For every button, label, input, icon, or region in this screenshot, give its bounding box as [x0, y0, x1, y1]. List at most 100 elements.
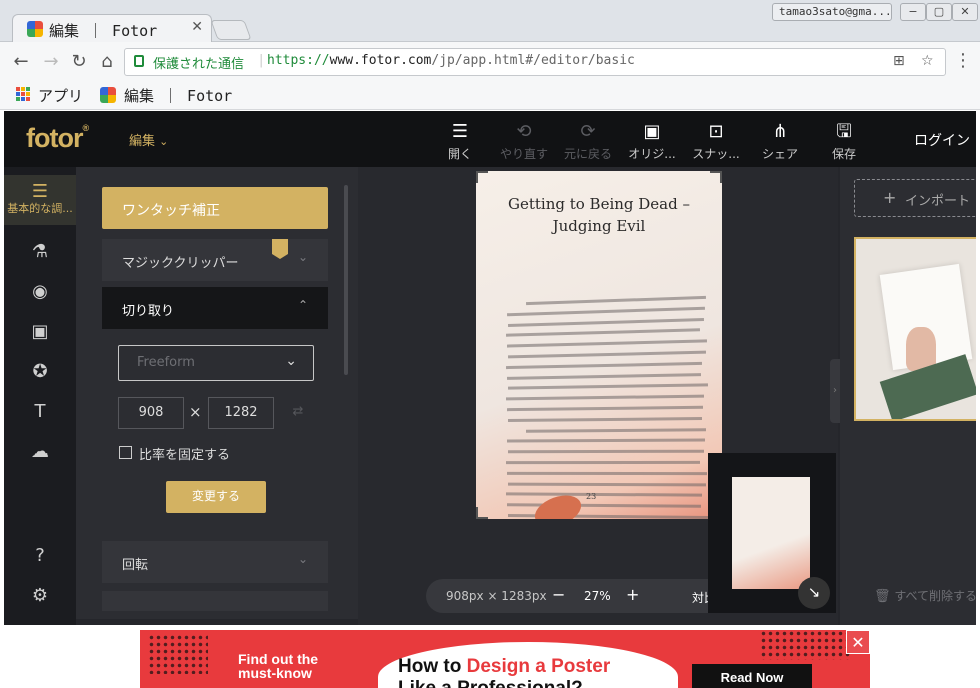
app-header: fotor® 編集 ⌄ ☰ 開く ⟲ やり直す ⟳ 元に戻る ▣ オリジ... … [4, 111, 976, 167]
fotor-app: fotor® 編集 ⌄ ☰ 開く ⟲ やり直す ⟳ 元に戻る ▣ オリジ... … [4, 111, 976, 625]
address-bar[interactable]: 保護された通信 | https://www.fotor.com/jp/app.h… [124, 48, 946, 76]
canvas-area: Getting to Being Dead – Judging Evil 23 9… [358, 167, 838, 625]
apps-grid-icon [16, 87, 30, 101]
book-heading: Getting to Being Dead – Judging Evil [507, 195, 690, 235]
sidebar-item-beauty[interactable]: ◉ [4, 273, 76, 313]
help-button[interactable]: ? [4, 537, 76, 577]
fotor-logo[interactable]: fotor® [26, 123, 89, 154]
fotor-bookmark-icon [100, 87, 116, 103]
text-icon: T [34, 401, 46, 422]
page-number: 23 [586, 492, 597, 501]
close-tab-icon[interactable]: ✕ [191, 19, 203, 35]
original-button[interactable]: ▣ オリジ... [620, 121, 684, 162]
browser-tab[interactable]: 編集 ｜ Fotor ✕ [12, 14, 212, 42]
panel-scrollbar[interactable] [344, 185, 348, 375]
sidebar-item-text[interactable]: T [4, 393, 76, 433]
share-icon: ⋔ [772, 121, 788, 142]
lock-ratio-checkbox[interactable] [119, 446, 132, 459]
chevron-down-icon: ⌄ [159, 135, 169, 148]
ad-left-text: Find out the must-know [238, 651, 319, 681]
sidebar-item-effects[interactable]: ⚗ [4, 233, 76, 273]
photo-canvas[interactable]: Getting to Being Dead – Judging Evil 23 [476, 171, 722, 519]
import-button[interactable]: + インポート [854, 179, 976, 217]
chevron-down-icon: ⌄ [297, 250, 308, 264]
lock-ratio-label: 比率を固定する [139, 448, 231, 463]
swap-arrows-icon[interactable]: ⇄ [282, 397, 314, 429]
snapshot-button[interactable]: ⊡ スナッ... [684, 121, 748, 162]
new-tab-button[interactable] [210, 20, 252, 40]
ratio-select[interactable]: Freeform ⌄ [118, 345, 314, 381]
adjust-panel: ワンタッチ補正 マジッククリッパー ⌄ 切り取り ⌃ Freeform ⌄ 90… [76, 167, 358, 619]
ad-dots-pattern-right [760, 630, 850, 660]
back-arrow-icon[interactable]: ← [10, 51, 32, 72]
gear-icon: ⚙ [31, 585, 49, 606]
snapshot-icon: ⊡ [708, 121, 724, 142]
accordion-next[interactable] [102, 591, 328, 611]
menu-icon: ☰ [451, 121, 469, 142]
redo-icon: ⟳ [580, 121, 596, 142]
apply-button[interactable]: 変更する [166, 481, 266, 513]
crop-handle-top-right[interactable] [710, 171, 722, 183]
undo-button[interactable]: ⟲ やり直す [492, 121, 556, 162]
accordion-magic-clipper[interactable]: マジッククリッパー ⌄ [102, 239, 328, 281]
reload-icon[interactable]: ↻ [68, 51, 90, 72]
collapse-right-panel-icon[interactable]: › [830, 359, 840, 423]
login-button[interactable]: ログイン [914, 130, 970, 150]
minimap[interactable]: ↘ [708, 453, 836, 613]
crop-handle-bottom-left[interactable] [476, 507, 488, 519]
bookmark-star-icon[interactable]: ☆ [921, 53, 934, 69]
left-tool-bar: ☰ 基本的な調... ⚗ ◉ ▣ ✪ T ☁ ? ⚙ [4, 167, 76, 625]
delete-all-button[interactable]: 🗑 すべて削除する [874, 587, 976, 604]
trash-icon: 🗑 [874, 589, 891, 604]
forward-arrow-icon[interactable]: → [40, 51, 62, 72]
ad-banner[interactable]: Find out the must-know How to Design a Po… [140, 630, 870, 688]
edit-menu-dropdown[interactable]: 編集 ⌄ [129, 130, 168, 149]
flask-icon: ⚗ [31, 241, 49, 262]
image-thumbnail[interactable] [854, 237, 976, 421]
bookmark-apps[interactable]: アプリ [38, 85, 83, 106]
sidebar-item-basic[interactable]: ☰ 基本的な調... [4, 175, 76, 225]
height-input[interactable]: 1282 [208, 397, 274, 429]
sidebar-item-upload[interactable]: ☁ [4, 433, 76, 473]
sidebar-item-stickers[interactable]: ✪ [4, 353, 76, 393]
bookmark-fotor[interactable]: 編集 ｜ Fotor [124, 85, 232, 106]
zoom-in-button[interactable]: + [626, 585, 639, 604]
zoom-out-button[interactable]: − [552, 585, 565, 604]
ad-close-icon[interactable]: ✕ [846, 630, 870, 654]
settings-button[interactable]: ⚙ [4, 577, 76, 617]
accordion-rotate[interactable]: 回転 ⌄ [102, 541, 328, 583]
redo-button[interactable]: ⟳ 元に戻る [556, 121, 620, 162]
url-text: https://www.fotor.com/jp/app.html#/edito… [267, 53, 635, 68]
minimize-button[interactable]: − [900, 3, 926, 21]
maximize-button[interactable]: ▢ [926, 3, 952, 21]
premium-badge-icon [272, 239, 288, 259]
menu-kebab-icon[interactable]: ⋮ [952, 50, 974, 71]
close-window-button[interactable]: ✕ [952, 3, 978, 21]
secure-label: 保護された通信 [153, 57, 245, 72]
one-touch-button[interactable]: ワンタッチ補正 [102, 187, 328, 229]
ad-read-now-button[interactable]: Read Now [692, 664, 812, 688]
ad-dots-pattern [148, 634, 208, 674]
book-text-line [507, 482, 707, 486]
save-button[interactable]: 🖫 保存 [812, 121, 876, 162]
cloud-upload-icon: ☁ [31, 441, 49, 462]
home-icon[interactable]: ⌂ [96, 51, 118, 72]
image-size: 908px × 1283px [446, 589, 547, 603]
accordion-crop[interactable]: 切り取り ⌃ [102, 287, 328, 329]
book-text-line [506, 471, 708, 475]
share-button[interactable]: ⋔ シェア [748, 121, 812, 162]
help-icon: ? [35, 545, 45, 566]
open-button[interactable]: ☰ 開く [428, 121, 492, 162]
sidebar-item-frames[interactable]: ▣ [4, 313, 76, 353]
sliders-icon: ☰ [31, 181, 49, 202]
collapse-minimap-icon[interactable]: ↘ [798, 577, 830, 609]
translate-icon[interactable]: ⊞ [893, 53, 905, 69]
width-input[interactable]: 908 [118, 397, 184, 429]
image-icon: ▣ [643, 121, 661, 142]
times-symbol: × [189, 403, 202, 421]
frame-icon: ▣ [31, 321, 49, 342]
tab-title: 編集 ｜ Fotor [49, 22, 158, 40]
eye-icon: ◉ [32, 281, 48, 302]
crop-handle-top-left[interactable] [476, 171, 488, 183]
profile-button[interactable]: tamao3sato@gma... [772, 3, 892, 21]
